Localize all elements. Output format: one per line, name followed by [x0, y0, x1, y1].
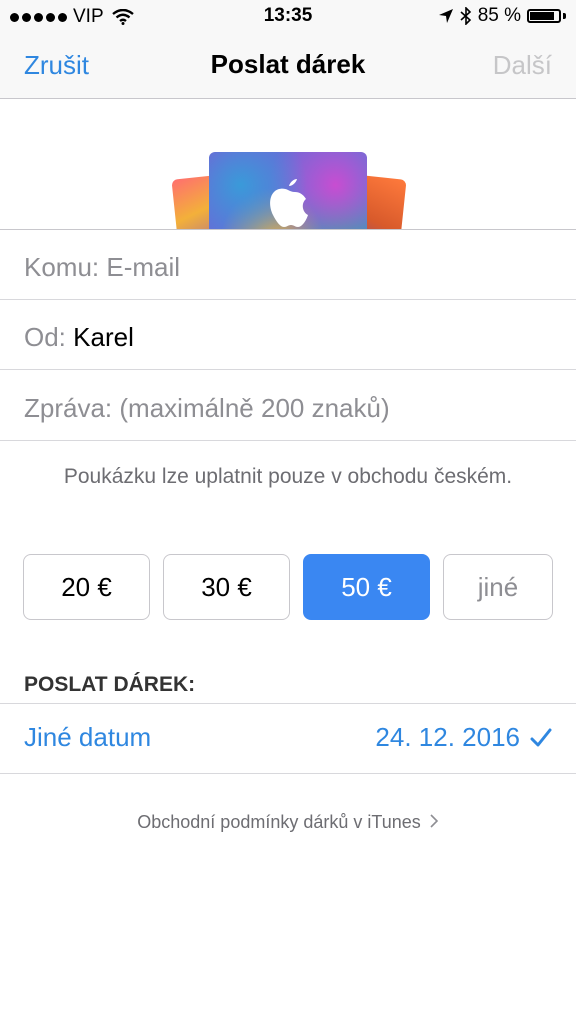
amount-button-30[interactable]: 30 € [163, 554, 290, 620]
battery-percent: 85 % [477, 5, 521, 26]
store-note: Poukázku lze uplatnit pouze v obchodu če… [63, 465, 513, 488]
message-row[interactable]: Zpráva: (maximálně 200 znaků) [0, 371, 576, 441]
selected-date: 24. 12. 2016 [375, 722, 520, 752]
recipient-row[interactable]: Komu: E-mail [0, 230, 576, 300]
status-bar: VIP 13:35 85 % [0, 0, 576, 32]
email-field[interactable]: E-mail [106, 252, 180, 282]
amount-selector: 20 € 30 € 50 € jiné [0, 554, 576, 622]
sender-field[interactable]: Karel [73, 322, 134, 352]
sender-row[interactable]: Od: Karel [0, 300, 576, 370]
other-date-option[interactable]: Jiné datum [24, 722, 151, 753]
next-button[interactable]: Další [493, 50, 552, 81]
amount-button-other[interactable]: jiné [443, 554, 553, 620]
checkmark-icon [530, 728, 552, 746]
navigation-bar: Zrušit Poslat dárek Další [0, 32, 576, 99]
battery-tip [563, 13, 566, 19]
send-date-row[interactable]: Jiné datum 24. 12. 2016 [0, 703, 576, 774]
amount-button-50[interactable]: 50 € [303, 554, 430, 620]
amount-button-20[interactable]: 20 € [23, 554, 150, 620]
location-arrow-icon [438, 9, 453, 23]
bluetooth-icon [460, 7, 471, 25]
sender-label: Od: [24, 322, 66, 352]
terms-link[interactable]: Obchodní podmínky dárků v iTunes [0, 812, 576, 833]
terms-label: Obchodní podmínky dárků v iTunes [137, 812, 421, 832]
recipient-label: Komu: [24, 252, 100, 282]
status-right: 85 % [438, 5, 566, 27]
message-field[interactable]: (maximálně 200 znaků) [119, 393, 389, 423]
message-label: Zpráva: [24, 393, 113, 423]
send-section-header: POSLAT DÁREK: [24, 673, 196, 696]
page-title: Poslat dárek [210, 49, 366, 79]
chevron-right-icon [430, 814, 438, 828]
gift-card-image [0, 99, 576, 229]
apple-logo-icon [270, 179, 308, 227]
battery-icon [527, 9, 561, 23]
